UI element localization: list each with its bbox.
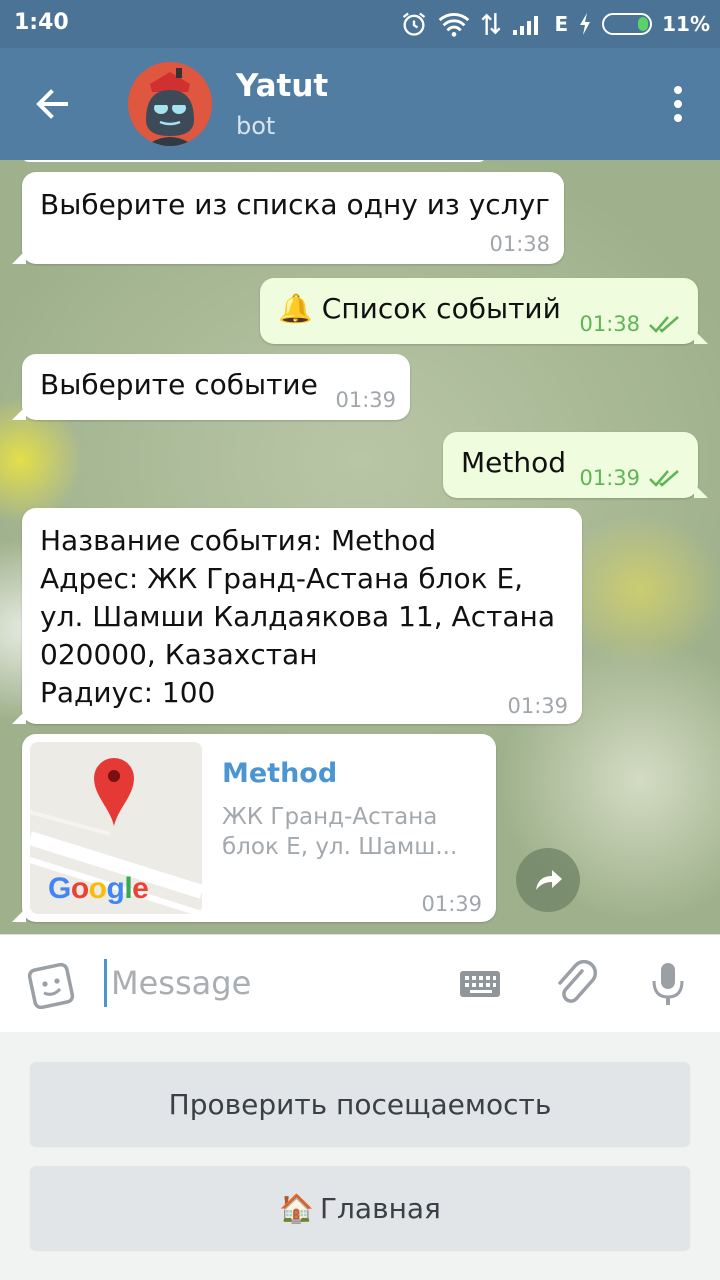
message-list[interactable]: Выберите из списка одну из услуг 01:38 🔔…: [0, 160, 720, 934]
network-type: E: [554, 12, 569, 36]
button-label: Проверить посещаемость: [168, 1087, 552, 1121]
status-time: 1:40: [14, 10, 69, 35]
message-text-row: 🔔 Список событий: [278, 292, 561, 325]
bubble-tail: [694, 484, 708, 498]
message-time: 01:39: [421, 892, 482, 916]
bot-keyboard: Проверить посещаемость 🏠 Главная: [0, 1032, 720, 1280]
message-time: 01:39: [335, 388, 396, 412]
attach-icon[interactable]: [552, 959, 602, 1009]
bubble-tail: [12, 908, 26, 922]
message-incoming[interactable]: Название события: Method Адрес: ЖК Гранд…: [12, 508, 582, 724]
bubble-tail: [12, 250, 26, 264]
microphone-icon[interactable]: [644, 959, 694, 1009]
message-text: Выберите из списка одну из услуг: [40, 188, 550, 221]
more-vertical-icon[interactable]: [672, 86, 684, 122]
chat-subtitle: bot: [236, 112, 276, 140]
wifi-icon: [438, 11, 470, 37]
google-logo: Google: [48, 872, 149, 905]
chat-title[interactable]: Yatut: [236, 68, 328, 104]
event-name-line: Название события: Method: [40, 524, 436, 557]
double-check-icon: [649, 470, 679, 487]
chat-header: Yatut bot: [0, 48, 720, 160]
message-text: Выберите событие: [40, 368, 318, 401]
bubble-tail: [12, 710, 26, 724]
previous-message-stub: [22, 160, 486, 162]
bell-icon: 🔔: [278, 292, 313, 325]
signal-icon: [512, 12, 544, 36]
check-attendance-button[interactable]: Проверить посещаемость: [30, 1062, 690, 1146]
battery-percent: 11%: [662, 12, 710, 36]
message-outgoing[interactable]: 🔔 Список событий 01:38: [260, 278, 708, 344]
event-details: Название события: Method Адрес: ЖК Гранд…: [40, 522, 555, 712]
data-transfer-icon: [480, 11, 502, 37]
message-incoming[interactable]: Выберите событие 01:39: [12, 354, 410, 420]
status-bar: 1:40 E 11%: [0, 0, 720, 48]
message-time: 01:39: [507, 694, 568, 718]
share-icon: [536, 870, 562, 890]
button-label: Главная: [319, 1191, 441, 1225]
message-input[interactable]: [104, 959, 434, 1007]
home-button[interactable]: 🏠 Главная: [30, 1166, 690, 1250]
message-time: 01:38: [579, 312, 640, 336]
venue-address: ЖК Гранд-Астана блок Е, ул. Шамш...: [222, 802, 472, 862]
charging-icon: [578, 12, 592, 36]
event-address-line: 020000, Казахстан: [40, 638, 318, 671]
message-text: Список событий: [321, 292, 561, 325]
battery-icon: [602, 13, 653, 35]
venue-message[interactable]: Google Method ЖК Гранд-Астана блок Е, ул…: [12, 734, 496, 922]
message-incoming[interactable]: Выберите из списка одну из услуг 01:38: [12, 172, 564, 264]
map-pin-icon: [94, 758, 134, 826]
keyboard-icon[interactable]: [456, 959, 506, 1009]
status-icons: E 11%: [400, 8, 710, 40]
event-address-line: Адрес: ЖК Гранд-Астана блок Е,: [40, 562, 524, 595]
message-input-bar: [0, 934, 720, 1032]
bot-avatar[interactable]: [128, 62, 212, 146]
sticker-icon[interactable]: [27, 959, 78, 1010]
map-thumbnail[interactable]: Google: [30, 742, 202, 914]
alarm-icon: [400, 10, 428, 38]
venue-address-line: ЖК Гранд-Астана: [222, 804, 438, 830]
venue-title[interactable]: Method: [222, 758, 337, 789]
message-time: 01:39: [579, 466, 640, 490]
share-button[interactable]: [516, 848, 580, 912]
message-time: 01:38: [489, 232, 550, 256]
event-address-line: ул. Шамши Калдаякова 11, Астана: [40, 600, 556, 633]
double-check-icon: [649, 316, 679, 333]
event-radius-line: Радиус: 100: [40, 676, 216, 709]
bubble-tail: [694, 330, 708, 344]
message-text: Method: [461, 446, 567, 479]
house-icon: 🏠: [279, 1191, 314, 1225]
bubble-tail: [12, 406, 26, 420]
venue-address-line: блок Е, ул. Шамш...: [222, 834, 458, 860]
back-arrow-icon[interactable]: [32, 84, 72, 124]
message-outgoing[interactable]: Method 01:39: [443, 432, 708, 498]
